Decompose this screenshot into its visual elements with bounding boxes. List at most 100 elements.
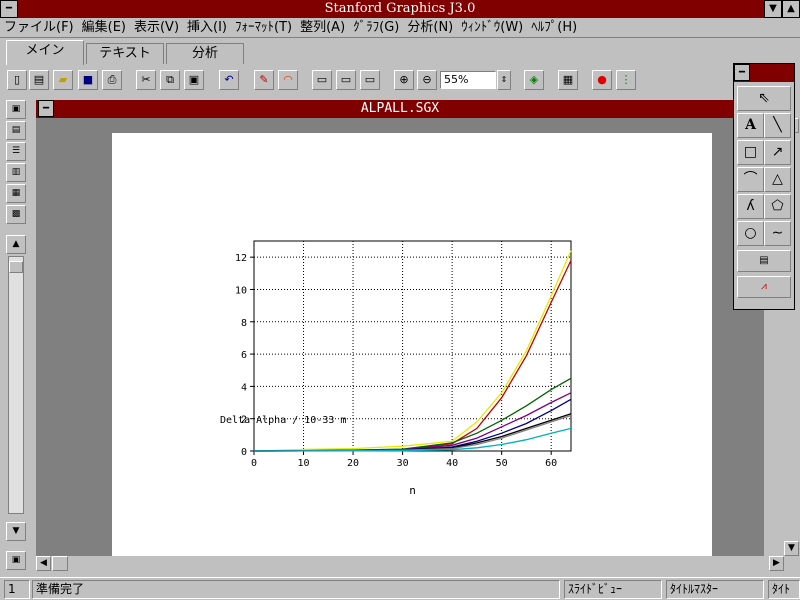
minimize-button[interactable]: ▼ (764, 0, 782, 18)
format-painter-icon[interactable]: ✎ (254, 70, 274, 90)
arrow-tool-icon[interactable]: ↗ (764, 140, 791, 165)
hscroll-right-icon[interactable]: ▶ (769, 556, 784, 571)
copy-icon[interactable]: ⧉ (160, 70, 180, 90)
x-tick-label-1: 10 (298, 458, 310, 469)
tab-main[interactable]: メイン (6, 40, 84, 65)
slide-sorter-icon[interactable]: ▦ (558, 70, 578, 90)
drawing-palette: ━ ⇖ A ╲ □ ↗ ⌒ △ ʎ ⬠ ○ ∼ ▤ ⩘ (733, 63, 795, 310)
window-view-icon[interactable]: ▣ (6, 551, 26, 570)
horizontal-scrollbar[interactable]: ◀ ▶ (36, 556, 784, 571)
zoom-out-icon[interactable]: ⊖ (417, 70, 437, 90)
ribbon-tabs: メイン テキスト 分析 (0, 39, 800, 65)
slide-page[interactable]: 0 10 20 30 40 50 60 0 2 4 6 8 10 12 Delta Alpha / 10-3… (112, 133, 712, 556)
extra-indicator[interactable]: ﾀｲﾄ (768, 580, 800, 599)
notes-view-icon[interactable]: ▥ (6, 163, 26, 182)
polyline-tool-icon[interactable]: ʎ (737, 194, 764, 219)
hscroll-left-icon[interactable]: ◀ (36, 556, 51, 571)
text-tool-icon[interactable]: A (737, 113, 764, 138)
menu-item-7[interactable]: 分析(N) (403, 18, 457, 38)
x-axis-label: n (409, 484, 416, 497)
line-chart[interactable]: 0 10 20 30 40 50 60024681012Delta Alpha / 10-3… (112, 133, 712, 556)
tab-text[interactable]: テキスト (86, 43, 164, 64)
vscroll-down-icon[interactable]: ▼ (784, 541, 799, 556)
document-title: ALPALL.SGX (360, 101, 440, 116)
save-disk-icon[interactable]: ■ (78, 70, 98, 90)
y-tick-label-2: 4 (241, 382, 247, 393)
slide-scroll-thumb[interactable] (9, 261, 23, 273)
sorter-view-icon[interactable]: ▩ (6, 205, 26, 224)
view-sidebar: ▣ ▤ ☰ ▥ ▦ ▩ ▲ ▼ ▣ (0, 96, 32, 571)
palette-title-bar: ━ (734, 64, 794, 82)
tab-analysis[interactable]: 分析 (166, 43, 244, 64)
slide-view-icon[interactable]: ▣ (6, 100, 26, 119)
menu-bar: ファイル(F) 編集(E) 表示(V) 挿入(I) ﾌｫｰﾏｯﾄ(T) 整列(A) ｸﾞﾗﾌ… (0, 18, 800, 38)
curve-tool-icon[interactable]: ∼ (764, 221, 791, 246)
document-window: ━ ALPALL.SGX 0 10 20 30 40 50 60 0 2 4 6 8 10 12 Delta… (34, 96, 800, 571)
line-tool-icon[interactable]: ╲ (764, 113, 791, 138)
menu-item-4[interactable]: ﾌｫｰﾏｯﾄ(T) (231, 18, 296, 38)
select-arrow-icon[interactable]: ⇖ (737, 86, 791, 111)
chart-tool-icon[interactable]: ⩘ (737, 276, 791, 298)
menu-item-2[interactable]: 表示(V) (130, 18, 183, 38)
list-view-icon[interactable]: ☰ (6, 142, 26, 161)
status-bar: 1 準備完了 ｽﾗｲﾄﾞﾋﾞｭｰ ﾀｲﾄﾙﾏｽﾀｰ ﾀｲﾄ (0, 577, 800, 600)
stop-icon[interactable]: ● (592, 70, 612, 90)
menu-item-9[interactable]: ﾍﾙﾌﾟ(H) (527, 18, 581, 38)
x-tick-label-3: 30 (397, 458, 409, 469)
zoom-in-icon[interactable]: ⊕ (394, 70, 414, 90)
arc-tool-icon[interactable]: ⌒ (737, 167, 764, 192)
outline-view-icon[interactable]: ▤ (6, 121, 26, 140)
cut-scissors-icon[interactable]: ✂ (136, 70, 156, 90)
hscroll-thumb[interactable] (52, 556, 68, 571)
template-icon[interactable]: ▤ (29, 70, 49, 90)
x-tick-label-6: 60 (545, 458, 557, 469)
scroll-up-icon[interactable]: ▲ (6, 235, 26, 254)
document-title-bar: ━ ALPALL.SGX (36, 100, 764, 118)
system-menu-button[interactable]: ━ (0, 0, 18, 18)
x-tick-label-2: 20 (347, 458, 359, 469)
layout-2-icon[interactable]: ▭ (336, 70, 356, 90)
ellipse-tool-icon[interactable]: ○ (737, 221, 764, 246)
menu-item-6[interactable]: ｸﾞﾗﾌ(G) (349, 18, 403, 38)
undo-icon[interactable]: ↶ (219, 70, 239, 90)
y-tick-label-6: 12 (235, 253, 247, 264)
app-title: Stanford Graphics J3.0 (324, 1, 476, 16)
y-tick-label-5: 10 (235, 285, 247, 296)
zoom-level-field[interactable]: 55% (440, 71, 496, 89)
zoom-spinner[interactable]: ⇕ (497, 70, 511, 90)
polygon-tool-icon[interactable]: △ (764, 167, 791, 192)
slide-show-icon[interactable]: ◈ (524, 70, 544, 90)
traffic-light-icon[interactable]: ⋮ (616, 70, 636, 90)
y-tick-label-4: 8 (241, 318, 247, 329)
menu-item-8[interactable]: ｳｨﾝﾄﾞｳ(W) (457, 18, 527, 38)
open-folder-icon[interactable]: ▰ (53, 70, 73, 90)
slide-scroll-track[interactable] (8, 256, 24, 514)
menu-item-1[interactable]: 編集(E) (78, 18, 130, 38)
table-tool-icon[interactable]: ▤ (737, 250, 791, 272)
rectangle-tool-icon[interactable]: □ (737, 140, 764, 165)
rainbow-color-icon[interactable]: ◠ (278, 70, 298, 90)
handout-view-icon[interactable]: ▦ (6, 184, 26, 203)
maximize-button[interactable]: ▲ (782, 0, 800, 18)
freeform-polygon-icon[interactable]: ⬠ (764, 194, 791, 219)
y-tick-label-0: 0 (241, 447, 247, 458)
y-tick-label-3: 6 (241, 350, 247, 361)
menu-item-5[interactable]: 整列(A) (296, 18, 349, 38)
status-message: 準備完了 (32, 580, 560, 599)
layout-1-icon[interactable]: ▭ (312, 70, 332, 90)
y-axis-label: Delta Alpha / 10-33 m (220, 415, 346, 426)
document-system-menu[interactable]: ━ (38, 100, 54, 117)
print-icon[interactable]: ⎙ (102, 70, 122, 90)
scroll-down-icon[interactable]: ▼ (6, 522, 26, 541)
paste-icon[interactable]: ▣ (184, 70, 204, 90)
title-master-indicator[interactable]: ﾀｲﾄﾙﾏｽﾀｰ (666, 580, 764, 599)
menu-item-0[interactable]: ファイル(F) (0, 18, 78, 38)
slide-canvas: 0 10 20 30 40 50 60 0 2 4 6 8 10 12 Delta Alpha / 10-3… (36, 118, 764, 556)
layout-3-icon[interactable]: ▭ (360, 70, 380, 90)
toolbar: ▯ ▤ ▰ ■ ⎙ ✂ ⧉ ▣ ↶ ✎ ◠ ▭ ▭ ▭ ⊕ ⊖ 55% ⇕ ◈ … (0, 66, 730, 96)
slide-view-indicator[interactable]: ｽﾗｲﾄﾞﾋﾞｭｰ (564, 580, 662, 599)
x-tick-label-4: 40 (446, 458, 458, 469)
new-icon[interactable]: ▯ (7, 70, 27, 90)
menu-item-3[interactable]: 挿入(I) (183, 18, 231, 38)
palette-system-menu[interactable]: ━ (734, 64, 750, 81)
